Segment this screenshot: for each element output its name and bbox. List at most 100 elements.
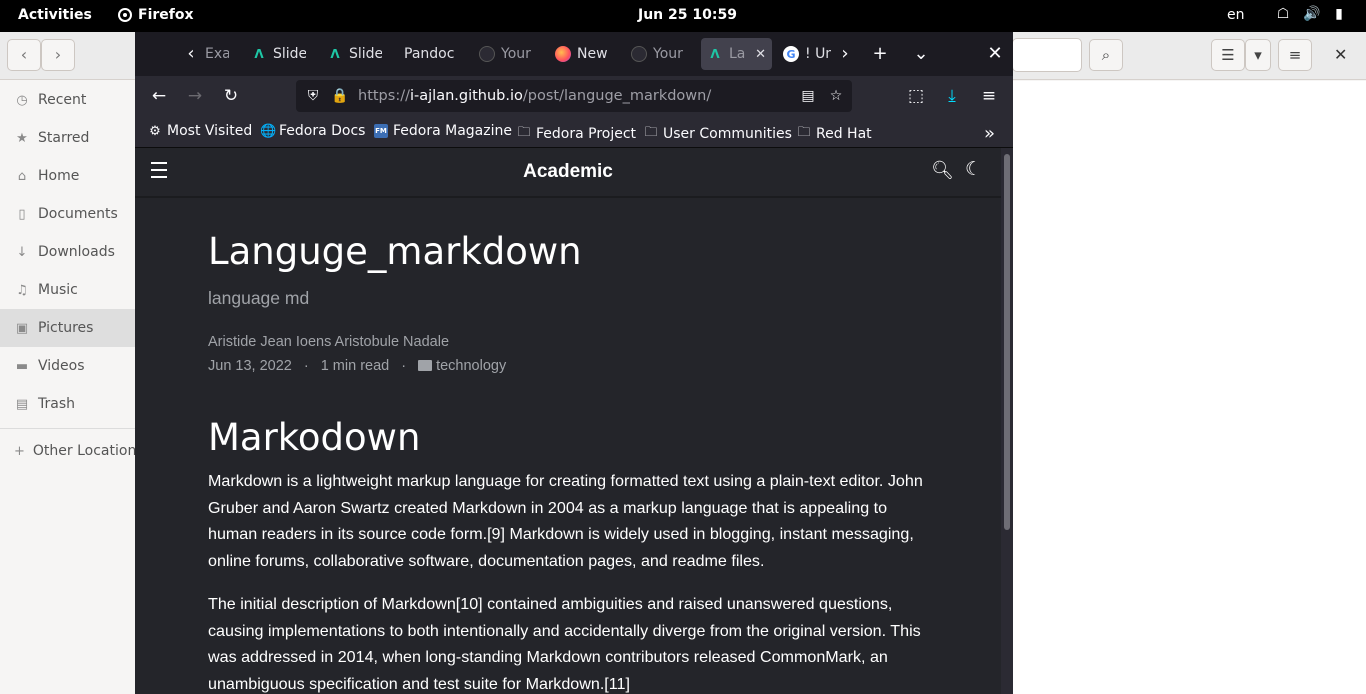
bookmark-user-communities[interactable]: 🗀 User Communities xyxy=(644,123,792,145)
chevron-right-icon: › xyxy=(54,45,62,64)
arrow-left-icon: ← xyxy=(151,86,167,106)
bookmarks-overflow-button[interactable]: » xyxy=(984,123,995,144)
bookmark-label: User Communities xyxy=(663,126,792,142)
back-button[interactable]: ← xyxy=(145,82,173,110)
files-sidebar: ◷ Recent ★ Starred ⌂ Home ▯ Documents ↓ Downl… xyxy=(0,81,144,694)
music-icon: ♫ xyxy=(16,282,28,298)
bookmark-most-visited[interactable]: ⚙ Most Visited xyxy=(148,123,252,139)
page-title: Languge_markdown xyxy=(208,230,582,273)
files-back-button[interactable]: ‹ xyxy=(7,39,41,71)
reload-button[interactable]: ↻ xyxy=(217,82,245,110)
moon-icon: ☾ xyxy=(965,158,983,180)
system-tray[interactable]: ☖ 🔊 ▮ xyxy=(1275,6,1347,24)
sidebar-item-downloads[interactable]: ↓ Downloads xyxy=(0,233,135,271)
tab-item[interactable]: Your xyxy=(631,38,684,70)
search-icon: ⌕ xyxy=(1101,46,1111,64)
pocket-button[interactable]: ⬚ xyxy=(902,82,930,110)
bookmark-label: Red Hat xyxy=(816,126,872,142)
folder-icon: 🗀 xyxy=(517,125,531,140)
sidebar-item-pictures[interactable]: ▣ Pictures xyxy=(0,309,135,347)
page-subtitle: language md xyxy=(208,288,310,308)
downloads-button[interactable]: ⤓ xyxy=(938,82,966,110)
sidebar-item-starred[interactable]: ★ Starred xyxy=(0,119,135,157)
folder-icon xyxy=(418,360,433,371)
sidebar-item-recent[interactable]: ◷ Recent xyxy=(0,81,135,119)
bookmark-fedora-project[interactable]: 🗀 Fedora Project xyxy=(517,123,636,145)
clock[interactable]: Jun 25 10:59 xyxy=(638,7,737,23)
files-view-options-button[interactable]: ▾ xyxy=(1245,39,1271,71)
files-search-button[interactable]: ⌕ xyxy=(1089,39,1123,71)
document-icon: ▯ xyxy=(18,206,26,222)
new-tab-button[interactable]: + xyxy=(866,40,894,68)
gear-icon: ⚙ xyxy=(149,123,161,139)
site-brand[interactable]: Academic xyxy=(135,161,1001,183)
sidebar-item-home[interactable]: ⌂ Home xyxy=(0,157,135,195)
sidebar-item-label: Starred xyxy=(38,130,90,146)
site-search-button[interactable]: 🔍︎ xyxy=(931,160,954,181)
read-time: 1 min read xyxy=(320,358,390,374)
files-path-bar[interactable] xyxy=(1012,38,1082,72)
url-bar[interactable]: ⛨ 🔒 https://i-ajlan.github.io/post/langu… xyxy=(296,80,852,112)
bookmark-red-hat[interactable]: 🗀 Red Hat xyxy=(797,123,872,145)
files-close-button[interactable]: ✕ xyxy=(1334,45,1347,64)
academic-icon: Λ xyxy=(254,47,264,61)
chevrons-right-icon: » xyxy=(984,123,996,144)
page-scrollbar[interactable] xyxy=(1001,148,1013,694)
navigation-toolbar: ← → ↻ ⛨ 🔒 https://i-ajlan.github.io/post… xyxy=(135,76,1013,116)
sidebar-item-label: Videos xyxy=(38,358,85,374)
sidebar-item-trash[interactable]: ▤ Trash xyxy=(0,385,135,423)
bookmarks-toolbar: ⚙ Most Visited 🌐 Fedora Docs FM Fedora Maga… xyxy=(135,116,1013,148)
folder-icon: 🗀 xyxy=(797,125,811,140)
bookmark-fedora-docs[interactable]: 🌐 Fedora Docs xyxy=(260,123,365,139)
files-content-area[interactable] xyxy=(1013,81,1366,694)
bookmark-star-icon[interactable]: ☆ xyxy=(825,85,847,107)
sidebar-item-other-locations[interactable]: + Other Locations xyxy=(0,432,144,470)
tab-item[interactable]: New xyxy=(555,38,608,70)
trash-icon: ▤ xyxy=(15,396,29,412)
tab-item[interactable]: Λ Slides xyxy=(327,38,382,70)
section-heading: Markodown xyxy=(208,416,421,459)
close-window-button[interactable]: ✕ xyxy=(981,40,1009,68)
sidebar-item-music[interactable]: ♫ Music xyxy=(0,271,135,309)
tab-item-active[interactable]: Λ Lang ✕ xyxy=(701,38,772,70)
sidebar-item-label: Trash xyxy=(38,396,75,412)
lock-icon[interactable]: 🔒 xyxy=(329,85,351,107)
input-language[interactable]: en xyxy=(1227,7,1245,23)
theme-toggle-button[interactable]: ☾ xyxy=(965,158,982,180)
bookmark-label: Fedora Magazine xyxy=(393,123,512,139)
activities-button[interactable]: Activities xyxy=(18,7,92,23)
tab-scroll-right-button[interactable]: › xyxy=(831,40,859,68)
shield-icon[interactable]: ⛨ xyxy=(302,85,324,107)
sidebar-item-documents[interactable]: ▯ Documents xyxy=(0,195,135,233)
sidebar-item-videos[interactable]: ▬ Videos xyxy=(0,347,135,385)
files-view-list-button[interactable]: ☰ xyxy=(1211,39,1245,71)
app-menu[interactable]: Firefox xyxy=(118,7,194,23)
academic-icon: Λ xyxy=(330,47,340,61)
site-navbar: Academic 🔍︎ ☾ xyxy=(135,148,1001,198)
app-menu-button[interactable]: ≡ xyxy=(975,82,1003,110)
sidebar-item-label: Recent xyxy=(38,92,87,108)
article-category[interactable]: technology xyxy=(418,358,506,374)
tab-item[interactable]: Exam xyxy=(205,38,229,70)
article-authors[interactable]: Aristide Jean Ioens Aristobule Nadale xyxy=(208,334,449,350)
forward-button[interactable]: → xyxy=(181,82,209,110)
reader-view-icon[interactable]: ▤ xyxy=(797,85,819,107)
close-icon: ✕ xyxy=(1334,45,1348,64)
files-forward-button[interactable]: › xyxy=(41,39,75,71)
close-tab-icon[interactable]: ✕ xyxy=(755,47,766,62)
tab-item[interactable]: Λ Slides xyxy=(251,38,306,70)
tab-scroll-left-button[interactable]: ‹ xyxy=(177,40,205,68)
tab-item[interactable]: G ! Un xyxy=(783,38,831,70)
web-page[interactable]: Academic 🔍︎ ☾ Languge_markdown language … xyxy=(135,148,1001,694)
scrollbar-thumb[interactable] xyxy=(1004,154,1010,530)
meta-separator: · xyxy=(401,358,407,374)
tab-item[interactable]: Pandoc xyxy=(404,38,458,70)
tab-strip: ‹ Exam Λ Slides Λ Slides Pandoc Your New Y… xyxy=(135,32,1013,76)
pocket-icon: ⬚ xyxy=(907,86,925,106)
tab-item[interactable]: Your xyxy=(479,38,533,70)
github-icon xyxy=(479,46,495,62)
files-menu-button[interactable]: ≡ xyxy=(1278,39,1312,71)
plus-icon: + xyxy=(872,43,888,64)
bookmark-fedora-magazine[interactable]: FM Fedora Magazine xyxy=(374,123,512,139)
list-all-tabs-button[interactable]: ⌄ xyxy=(907,40,935,68)
